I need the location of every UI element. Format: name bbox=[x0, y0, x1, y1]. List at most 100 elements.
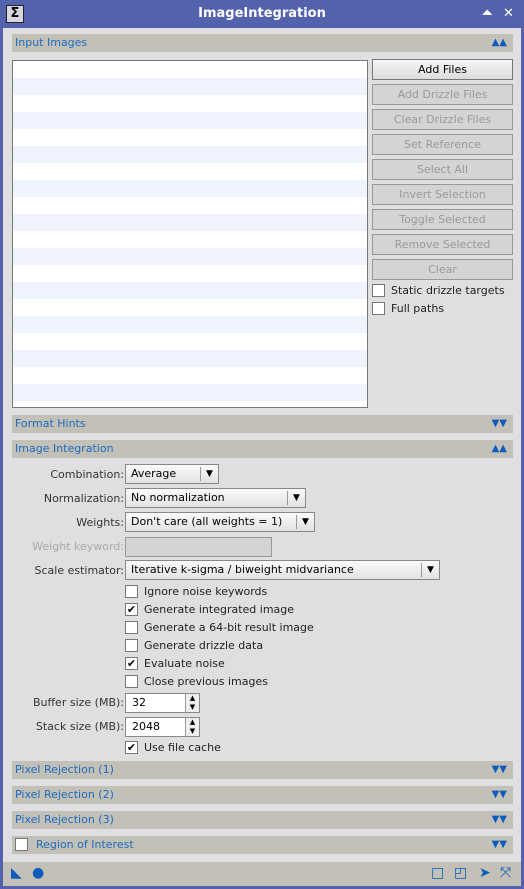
list-row[interactable] bbox=[13, 180, 367, 197]
weights-value: Don't care (all weights = 1) bbox=[131, 515, 283, 528]
section-pixel-rejection-1[interactable]: Pixel Rejection (1) ▼▼ bbox=[12, 761, 513, 779]
list-row[interactable] bbox=[13, 129, 367, 146]
roi-checkbox[interactable] bbox=[15, 838, 28, 851]
option-label: Generate integrated image bbox=[144, 603, 295, 616]
list-row[interactable] bbox=[13, 197, 367, 214]
section-input-images[interactable]: Input Images ▲▲ bbox=[12, 34, 513, 52]
option-label: Close previous images bbox=[144, 675, 268, 688]
spin-arrows-icon[interactable]: ▲ ▼ bbox=[185, 694, 199, 712]
combination-select[interactable]: Average ▼ bbox=[125, 464, 219, 484]
chevron-down-icon: ▼ bbox=[200, 467, 218, 481]
section-pixel-rejection-2[interactable]: Pixel Rejection (2) ▼▼ bbox=[12, 786, 513, 804]
list-row[interactable] bbox=[13, 265, 367, 282]
clear-button[interactable]: Clear bbox=[372, 259, 513, 280]
spin-arrows-icon[interactable]: ▲ ▼ bbox=[185, 718, 199, 736]
static-drizzle-label: Static drizzle targets bbox=[391, 284, 505, 297]
list-row[interactable] bbox=[13, 248, 367, 265]
list-row[interactable] bbox=[13, 231, 367, 248]
section-pixel-rejection-3[interactable]: Pixel Rejection (3) ▼▼ bbox=[12, 811, 513, 829]
combination-label: Combination: bbox=[50, 468, 124, 481]
expand-icon[interactable]: ▼▼ bbox=[492, 786, 507, 804]
list-row[interactable] bbox=[13, 316, 367, 333]
option-label: Generate drizzle data bbox=[144, 639, 264, 652]
option-checkbox[interactable] bbox=[125, 585, 138, 598]
use-file-cache-checkbox[interactable]: ✔ bbox=[125, 741, 138, 754]
option-checkbox[interactable] bbox=[125, 639, 138, 652]
add-drizzle-files-button[interactable]: Add Drizzle Files bbox=[372, 84, 513, 105]
full-paths-checkbox[interactable] bbox=[372, 302, 385, 315]
expand-icon[interactable]: ▼▼ bbox=[492, 761, 507, 779]
section-image-integration[interactable]: Image Integration ▲▲ bbox=[12, 440, 513, 458]
static-drizzle-checkbox[interactable] bbox=[372, 284, 385, 297]
weight-keyword-input[interactable] bbox=[125, 537, 272, 557]
remove-selected-button[interactable]: Remove Selected bbox=[372, 234, 513, 255]
section-label: Format Hints bbox=[15, 417, 86, 430]
option-label: Ignore noise keywords bbox=[144, 585, 268, 598]
option-checkbox[interactable] bbox=[125, 675, 138, 688]
list-row[interactable] bbox=[13, 61, 367, 78]
option-label: Evaluate noise bbox=[144, 657, 225, 670]
normalization-select[interactable]: No normalization ▼ bbox=[125, 488, 306, 508]
collapse-icon[interactable]: ▲▲ bbox=[492, 34, 507, 52]
section-format-hints[interactable]: Format Hints ▼▼ bbox=[12, 415, 513, 433]
bottom-toolbar: ◣ ● □ ◰ ➤ ⤧ bbox=[3, 862, 521, 886]
list-row[interactable] bbox=[13, 333, 367, 350]
weights-label: Weights: bbox=[76, 516, 124, 529]
apply-global-icon[interactable]: ● bbox=[32, 866, 44, 880]
invert-selection-button[interactable]: Invert Selection bbox=[372, 184, 513, 205]
list-row[interactable] bbox=[13, 401, 367, 407]
scale-estimator-select[interactable]: Iterative k-sigma / biweight midvariance… bbox=[125, 560, 440, 580]
window-title: ImageIntegration bbox=[198, 6, 326, 21]
shade-icon[interactable]: ⏶ bbox=[482, 0, 492, 28]
chevron-down-icon: ▼ bbox=[421, 563, 439, 577]
section-label: Pixel Rejection (3) bbox=[15, 813, 114, 826]
scale-estimator-label: Scale estimator: bbox=[34, 564, 125, 577]
expand-icon[interactable]: ▼▼ bbox=[492, 811, 507, 829]
stack-size-value: 2048 bbox=[132, 720, 160, 733]
normalization-value: No normalization bbox=[131, 491, 225, 504]
combination-value: Average bbox=[131, 467, 177, 480]
list-row[interactable] bbox=[13, 299, 367, 316]
list-row[interactable] bbox=[13, 282, 367, 299]
section-label: Image Integration bbox=[15, 442, 114, 455]
pointer-icon[interactable]: ➤ bbox=[479, 866, 491, 880]
stack-size-label: Stack size (MB): bbox=[35, 720, 124, 733]
option-checkbox[interactable] bbox=[125, 621, 138, 634]
weights-select[interactable]: Don't care (all weights = 1) ▼ bbox=[125, 512, 315, 532]
collapse-icon[interactable]: ▲▲ bbox=[492, 440, 507, 458]
clear-drizzle-files-button[interactable]: Clear Drizzle Files bbox=[372, 109, 513, 130]
list-row[interactable] bbox=[13, 384, 367, 401]
option-checkbox[interactable]: ✔ bbox=[125, 603, 138, 616]
list-row[interactable] bbox=[13, 350, 367, 367]
list-row[interactable] bbox=[13, 112, 367, 129]
chevron-down-icon: ▼ bbox=[296, 515, 314, 529]
documentation-icon[interactable]: ◰ bbox=[454, 866, 467, 880]
collapse-all-icon[interactable]: ⤧ bbox=[500, 866, 511, 880]
weight-keyword-label: Weight keyword: bbox=[32, 540, 124, 553]
buffer-size-value: 32 bbox=[132, 696, 146, 709]
section-label: Pixel Rejection (2) bbox=[15, 788, 114, 801]
set-reference-button[interactable]: Set Reference bbox=[372, 134, 513, 155]
sigma-icon[interactable]: Σ bbox=[6, 5, 24, 23]
new-instance-icon[interactable]: ◣ bbox=[11, 866, 22, 880]
input-images-list[interactable] bbox=[12, 60, 368, 408]
title-bar: Σ ImageIntegration ⏶ ✕ bbox=[0, 0, 524, 28]
reset-icon[interactable]: □ bbox=[431, 866, 444, 880]
list-row[interactable] bbox=[13, 163, 367, 180]
buffer-size-spinbox[interactable]: 32 ▲ ▼ bbox=[125, 693, 200, 713]
expand-icon[interactable]: ▼▼ bbox=[492, 836, 507, 854]
close-icon[interactable]: ✕ bbox=[503, 0, 514, 28]
option-checkbox[interactable]: ✔ bbox=[125, 657, 138, 670]
normalization-label: Normalization: bbox=[43, 492, 124, 505]
section-region-of-interest[interactable]: Region of Interest ▼▼ bbox=[12, 836, 513, 854]
list-row[interactable] bbox=[13, 214, 367, 231]
stack-size-spinbox[interactable]: 2048 ▲ ▼ bbox=[125, 717, 200, 737]
list-row[interactable] bbox=[13, 146, 367, 163]
list-row[interactable] bbox=[13, 367, 367, 384]
add-files-button[interactable]: Add Files bbox=[372, 59, 513, 80]
list-row[interactable] bbox=[13, 95, 367, 112]
toggle-selected-button[interactable]: Toggle Selected bbox=[372, 209, 513, 230]
select-all-button[interactable]: Select All bbox=[372, 159, 513, 180]
expand-icon[interactable]: ▼▼ bbox=[492, 415, 507, 433]
list-row[interactable] bbox=[13, 78, 367, 95]
